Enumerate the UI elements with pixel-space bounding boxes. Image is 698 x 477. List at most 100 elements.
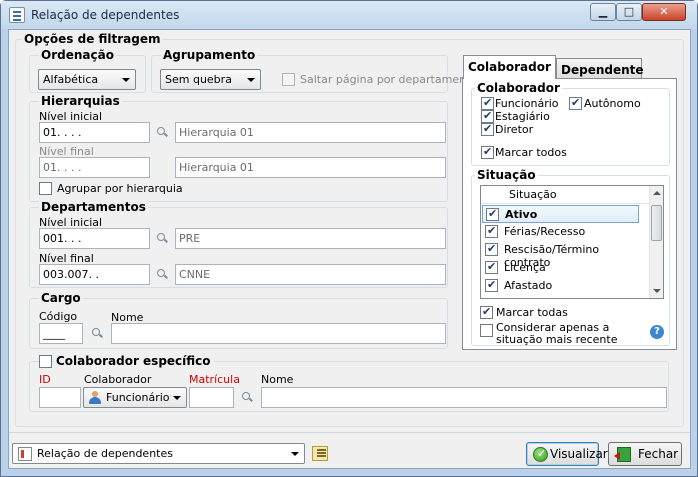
cargo-nome-input[interactable]: [111, 323, 446, 344]
maximize-button[interactable]: □: [616, 3, 642, 21]
chevron-down-icon: [247, 78, 255, 82]
situacao-checkbox[interactable]: [485, 242, 498, 256]
chevron-down-icon: [122, 78, 130, 82]
id-label: ID: [39, 373, 51, 386]
scroll-thumb[interactable]: [651, 205, 662, 241]
minimize-button[interactable]: ▁: [590, 3, 616, 21]
list-item[interactable]: Ativo: [482, 205, 639, 223]
marcar-todos-label: Marcar todos: [495, 146, 567, 159]
ordenacao-select[interactable]: Alfabética: [38, 69, 136, 90]
id-input[interactable]: [39, 387, 81, 408]
list-item[interactable]: Afastado: [482, 277, 639, 295]
hier-nivel-inicial-input[interactable]: 01. . . .: [39, 122, 150, 143]
autonomo-checkbox[interactable]: [569, 96, 582, 110]
agrupar-hierarquia-checkbox[interactable]: [39, 182, 52, 195]
colaborador-types-group: Colaborador Funcionário Autônomo Estagiá…: [471, 81, 670, 166]
departamentos-title: Departamentos: [39, 200, 148, 214]
tab-dependente[interactable]: Dependente: [556, 58, 644, 80]
colaborador-label: Colaborador: [84, 373, 152, 386]
colaborador-especifico-title: Colaborador específico: [54, 354, 213, 368]
cargo-codigo-label: Código: [39, 310, 78, 323]
tab-pane-colaborador: Colaborador Funcionário Autônomo Estagiá…: [462, 78, 677, 350]
help-icon[interactable]: ?: [650, 325, 664, 339]
colaborador-type-select[interactable]: Funcionário: [83, 387, 187, 408]
autonomo-label: Autônomo: [584, 97, 641, 110]
list-header-divider: [481, 203, 650, 204]
title-bar[interactable]: Relação de dependentes ▁ □ ✕: [1, 1, 697, 29]
chevron-down-icon: [173, 396, 181, 400]
visualizar-label: Visualizar: [550, 447, 608, 461]
scroll-down-icon[interactable]: [653, 289, 661, 293]
fechar-button[interactable]: Fechar: [608, 442, 682, 466]
cargo-codigo-input[interactable]: ____: [39, 323, 83, 344]
search-icon[interactable]: [156, 126, 170, 140]
dep-nivel-inicial-input[interactable]: 001. . .: [39, 228, 150, 249]
scroll-up-icon[interactable]: [653, 191, 661, 195]
bottom-divider: [9, 432, 690, 433]
search-icon[interactable]: [156, 268, 170, 282]
departamentos-group: Departamentos Nível inicial 001. . . PRE…: [29, 200, 448, 288]
colaborador-types-title: Colaborador: [475, 81, 562, 95]
search-icon[interactable]: [91, 327, 105, 341]
tab-colaborador[interactable]: Colaborador: [463, 55, 556, 79]
report-select-value: Relação de dependentes: [37, 447, 173, 460]
situacao-checkbox[interactable]: [485, 278, 498, 292]
situacao-checkbox[interactable]: [486, 207, 499, 221]
colaborador-especifico-checkbox[interactable]: [39, 355, 52, 368]
agrupar-hierarquia-label: Agrupar por hierarquia: [57, 182, 183, 195]
main-window: Relação de dependentes ▁ □ ✕ Opções de f…: [0, 0, 698, 477]
check-circle-icon: [533, 447, 548, 462]
hier-nivel-final-input[interactable]: 01. . . .: [39, 157, 150, 178]
situacao-group: Situação Situação Ativo Férias/Recesso R: [471, 168, 670, 346]
fechar-label: Fechar: [638, 447, 679, 461]
report-icon: [18, 447, 32, 461]
situacao-checkbox[interactable]: [485, 224, 498, 238]
situacao-label: Férias/Recesso: [504, 225, 586, 238]
list-item[interactable]: Rescisão/Término contrato: [482, 241, 639, 269]
considerar-checkbox[interactable]: [480, 324, 493, 337]
search-icon[interactable]: [241, 391, 255, 405]
list-item[interactable]: Férias/Recesso: [482, 223, 639, 241]
visualizar-button[interactable]: Visualizar: [526, 442, 608, 466]
situacao-list[interactable]: Situação Ativo Férias/Recesso Rescisão/T…: [480, 185, 664, 299]
situacao-checkbox[interactable]: [485, 260, 498, 274]
list-item[interactable]: Licença: [482, 259, 639, 277]
close-button[interactable]: ✕: [642, 3, 686, 21]
saltar-pagina-checkbox[interactable]: [282, 73, 295, 86]
nome-input[interactable]: [261, 387, 667, 408]
report-select[interactable]: Relação de dependentes: [12, 443, 305, 464]
agrupamento-value: Sem quebra: [165, 73, 232, 86]
nome-label: Nome: [261, 373, 294, 386]
cargo-group: Cargo Código ____ Nome: [29, 291, 448, 349]
hierarquias-title: Hierarquias: [39, 94, 122, 108]
marcar-todas-label: Marcar todas: [496, 306, 568, 319]
colaborador-type-value: Funcionário: [106, 391, 170, 404]
dep-nivel-final-input[interactable]: 003.007. .: [39, 264, 150, 285]
situacao-label: Ativo: [505, 208, 538, 221]
agrupamento-group: Agrupamento Sem quebra Saltar página por…: [151, 48, 477, 93]
exit-icon: [614, 447, 631, 462]
edit-report-icon[interactable]: [312, 446, 328, 461]
diretor-label: Diretor: [495, 123, 534, 136]
ordenacao-value: Alfabética: [43, 73, 99, 86]
user-icon: [88, 391, 102, 404]
marcar-todas-checkbox[interactable]: [480, 305, 493, 319]
agrupamento-select[interactable]: Sem quebra: [160, 69, 261, 90]
search-icon[interactable]: [156, 232, 170, 246]
matricula-input[interactable]: [189, 387, 234, 408]
dep-nivel-final-name: CNNE: [175, 264, 446, 285]
window-title: Relação de dependentes: [31, 8, 180, 22]
vertical-scrollbar[interactable]: [649, 186, 663, 298]
app-icon: [9, 7, 25, 23]
chevron-down-icon: [291, 452, 299, 456]
saltar-pagina-label: Saltar página por departamento: [300, 73, 478, 86]
ordenacao-title: Ordenação: [39, 48, 116, 62]
dialog-body: Opções de filtragem Ordenação Alfabética…: [8, 29, 691, 469]
considerar-label: Considerar apenas a situação mais recent…: [496, 321, 618, 346]
marcar-todos-checkbox[interactable]: [481, 145, 494, 159]
filter-options-title: Opções de filtragem: [22, 32, 163, 46]
ordenacao-group: Ordenação Alfabética: [29, 48, 146, 93]
situacao-label: Afastado: [504, 279, 553, 292]
diretor-checkbox[interactable]: [481, 122, 494, 136]
cargo-title: Cargo: [39, 291, 83, 305]
